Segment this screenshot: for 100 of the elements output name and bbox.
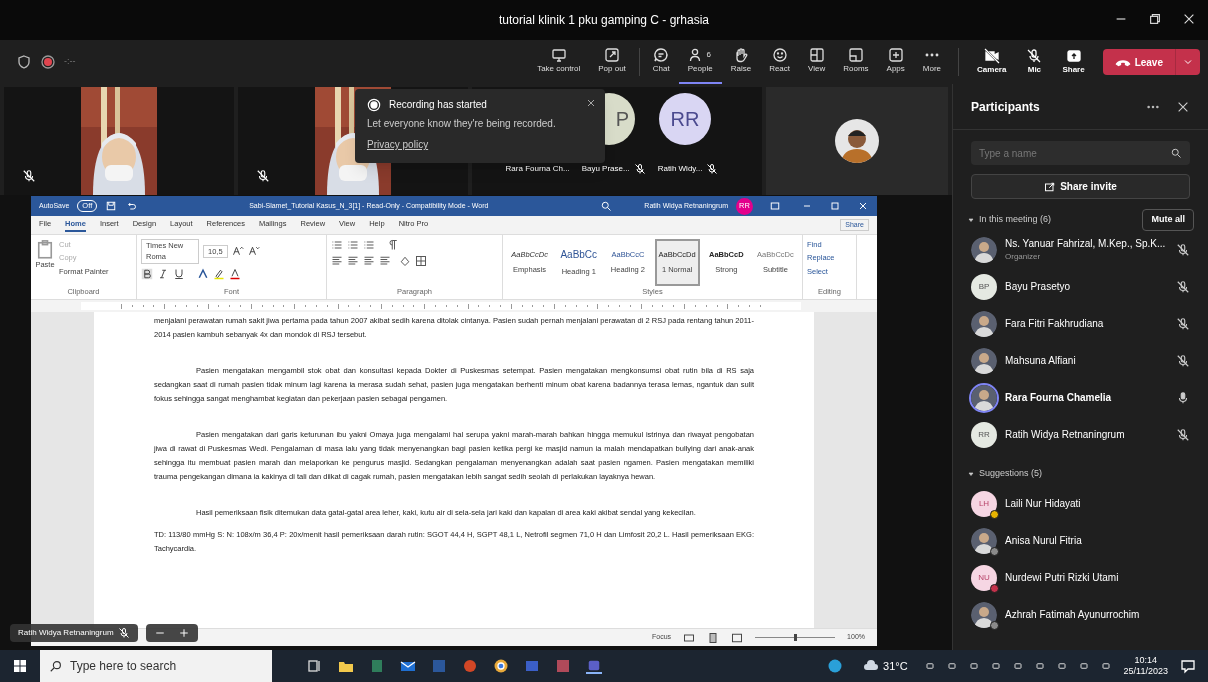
notification-icon[interactable] — [1180, 658, 1196, 674]
participant-row[interactable]: BP Bayu Prasetyo — [953, 268, 1208, 305]
share-invite-button[interactable]: Share invite — [971, 174, 1190, 199]
avatar-photo — [971, 601, 997, 628]
shield-icon — [16, 54, 32, 70]
teams-icon[interactable] — [586, 658, 602, 674]
toolbar-button[interactable]: React — [760, 40, 800, 84]
mic-off-icon — [117, 627, 130, 639]
help-icon[interactable] — [827, 658, 844, 674]
taskbar-search-field[interactable]: Type here to search — [40, 650, 272, 682]
section-header[interactable]: Suggestions (5) — [967, 467, 1194, 481]
align-left-icon[interactable] — [331, 255, 343, 267]
circle-app-icon[interactable] — [462, 658, 478, 674]
grow-font-icon[interactable] — [231, 245, 244, 258]
avatar-photo — [971, 384, 997, 411]
restore-icon[interactable] — [1148, 12, 1162, 26]
bold-icon[interactable] — [141, 267, 153, 280]
align-center-icon[interactable] — [347, 255, 359, 267]
avatar-photo — [835, 119, 879, 163]
recording-icon — [367, 97, 381, 112]
align-right-icon[interactable] — [363, 255, 375, 267]
participant-row[interactable]: Rara Fourna Chamelia — [953, 379, 1208, 416]
share-icon — [1065, 48, 1082, 64]
search-field[interactable]: Type a name — [971, 141, 1190, 165]
participant-row[interactable]: Mahsuna Alfiani — [953, 342, 1208, 379]
participant-name: Bayu Prasetyo — [1005, 280, 1072, 294]
toolbar-button[interactable]: Rooms — [834, 40, 878, 84]
window-title: tutorial klinik 1 pku gamping C - grhasia — [498, 12, 710, 29]
toolbar-button[interactable]: More — [913, 40, 951, 84]
ribbon-display-icon[interactable] — [769, 200, 781, 212]
close-icon[interactable] — [857, 200, 869, 212]
task-view-icon[interactable] — [307, 658, 323, 674]
caret-down-icon — [967, 216, 975, 224]
read-mode-icon[interactable] — [683, 631, 696, 644]
toolbar-button[interactable]: Chat — [643, 40, 679, 84]
toolbar-button[interactable]: Raise — [721, 40, 761, 84]
toolbar-button[interactable]: Share — [1052, 40, 1095, 84]
participant-row[interactable]: LH Laili Nur Hidayati — [953, 485, 1208, 522]
font-color-icon[interactable] — [229, 267, 241, 280]
participant-row[interactable]: Ns. Yanuar Fahrizal, M.Kep., Sp.K... Organizer — [953, 231, 1208, 268]
participant-row[interactable]: Anisa Nurul Fitria — [953, 522, 1208, 559]
italic-icon[interactable] — [157, 267, 169, 280]
mute-all-button[interactable]: Mute all — [1142, 209, 1194, 231]
toolbar-button[interactable]: 6 People — [678, 40, 722, 84]
participant-row[interactable]: NU Nurdewi Putri Rizki Utami — [953, 559, 1208, 596]
camera-off-icon — [983, 48, 1000, 64]
windows-icon[interactable] — [12, 658, 28, 674]
participant-role: Organizer — [1005, 251, 1042, 263]
justify-icon[interactable] — [379, 255, 391, 267]
media-app-icon[interactable] — [524, 658, 540, 674]
print-layout-icon[interactable] — [707, 631, 720, 644]
rooms-icon — [847, 47, 864, 63]
participant-row[interactable]: Azhrah Fatimah Ayunurrochim — [953, 596, 1208, 633]
save-icon[interactable] — [105, 200, 118, 212]
participant-row[interactable]: RR Ratih Widya Retnaningrum — [953, 416, 1208, 453]
shrink-font-icon[interactable] — [247, 245, 260, 258]
avatar-initials: NU — [971, 564, 997, 591]
toolbar-button[interactable]: Apps — [877, 40, 914, 84]
pop-out-icon — [604, 47, 621, 63]
toolbar-button[interactable]: Camera — [967, 40, 1017, 84]
meeting-timer: -:-- — [64, 55, 76, 69]
people-count: 6 — [706, 49, 711, 61]
smiley-icon — [771, 47, 788, 63]
participant-row[interactable]: Fara Fitri Fakhrudiana — [953, 305, 1208, 342]
calendar-app-icon[interactable] — [555, 658, 571, 674]
text-effects-icon[interactable] — [197, 267, 209, 280]
toolbar-button[interactable]: Mic — [1016, 40, 1053, 84]
leave-button[interactable]: Leave — [1102, 49, 1200, 75]
clock-time: 10:14 — [1134, 655, 1158, 666]
search-icon — [1170, 147, 1182, 159]
avatar-photo — [971, 527, 997, 554]
search-icon[interactable] — [600, 200, 613, 212]
pilcrow-icon[interactable] — [387, 239, 399, 251]
participant-name: Nurdewi Putri Rizki Utami — [1005, 571, 1120, 585]
toast-message: Let everyone know they're being recorded. — [367, 117, 557, 131]
participant-name: Fara Fitri Fakhrudiana — [1005, 317, 1105, 331]
avatar-initials: RR — [971, 421, 997, 448]
zoom-slider-thumb[interactable] — [793, 634, 797, 641]
close-icon[interactable] — [585, 97, 597, 109]
privacy-link[interactable]: Privacy policy — [367, 139, 429, 150]
toolbar-button[interactable]: Take control — [528, 40, 590, 84]
zoom-in-icon[interactable] — [177, 627, 190, 639]
participant-name: Anisa Nurul Fitria — [1005, 534, 1083, 548]
search-icon — [49, 659, 63, 673]
section-header[interactable]: In this meeting (6) — [967, 213, 1143, 227]
toolbar-button[interactable]: Pop out — [589, 40, 635, 84]
toolbar-button[interactable]: View — [799, 40, 835, 84]
participant-name: Mahsuna Alfiani — [1005, 354, 1077, 368]
web-layout-icon[interactable] — [731, 631, 744, 644]
highlight-icon[interactable] — [213, 267, 225, 280]
clock[interactable]: 10:14 25/11/2023 — [1123, 655, 1168, 677]
screen-icon — [550, 47, 567, 63]
underline-icon[interactable] — [173, 267, 185, 280]
participant-name: Laili Nur Hidayati — [1005, 497, 1082, 511]
borders-icon[interactable] — [415, 255, 427, 267]
participant-name: Bayu Prase... — [581, 163, 630, 175]
close-icon[interactable] — [1182, 12, 1196, 26]
shading-icon[interactable] — [399, 255, 411, 267]
weather-widget[interactable]: 31°C — [863, 657, 908, 675]
avatar-photo — [971, 236, 997, 263]
